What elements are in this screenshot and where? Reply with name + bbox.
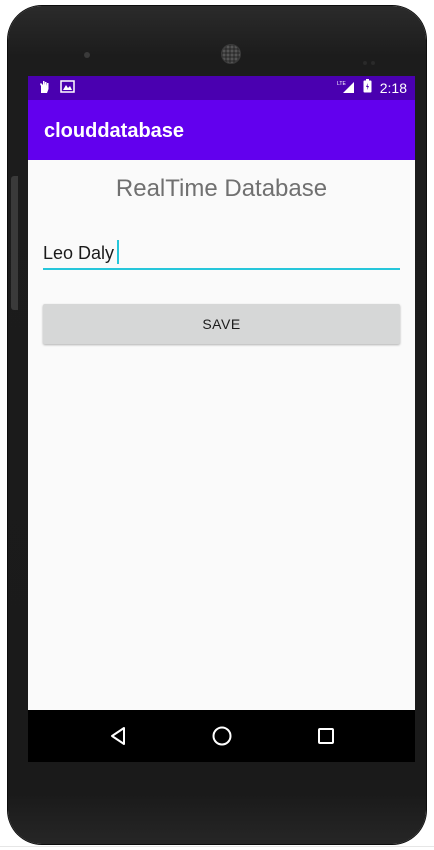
recent-square-icon[interactable] [312, 722, 340, 750]
name-input[interactable] [43, 238, 400, 270]
app-title: clouddatabase [44, 120, 185, 142]
save-button[interactable]: SAVE [43, 304, 400, 344]
status-time: 2:18 [379, 79, 407, 96]
volume-button [11, 176, 18, 310]
status-bar: LTE 2:18 [28, 76, 415, 100]
speaker-grill [221, 44, 241, 64]
hand-icon [38, 80, 50, 97]
text-cursor [117, 240, 119, 264]
home-circle-icon[interactable] [208, 722, 236, 750]
status-bar-notifications [38, 80, 75, 97]
signal-icon: LTE [337, 80, 355, 96]
name-input-container [43, 238, 400, 270]
gallery-icon [60, 80, 75, 97]
main-content: RealTime Database SAVE [28, 160, 415, 710]
device-screen: LTE 2:18 clouddatabase RealTime Database… [28, 76, 415, 762]
status-bar-system: LTE 2:18 [337, 79, 407, 96]
back-triangle-icon[interactable] [104, 722, 132, 750]
page-bottom-divider [0, 846, 434, 847]
svg-text:LTE: LTE [337, 81, 346, 87]
battery-icon [363, 79, 372, 96]
page-heading: RealTime Database [115, 175, 328, 202]
app-bar: clouddatabase [28, 100, 415, 160]
sensor-dots [363, 52, 383, 65]
camera-dot [84, 52, 90, 58]
navigation-bar [28, 710, 415, 762]
